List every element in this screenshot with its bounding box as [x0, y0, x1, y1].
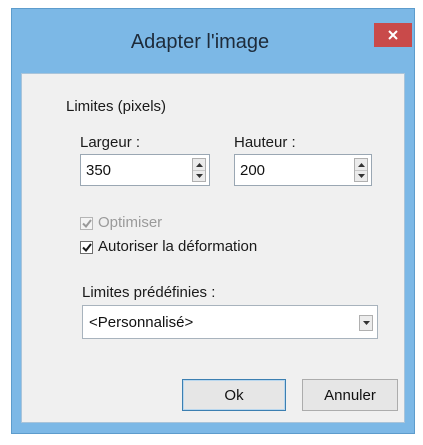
optimize-label: Optimiser [98, 214, 163, 231]
arrow-up-icon [195, 162, 203, 167]
arrow-down-icon [195, 173, 203, 178]
allow-distortion-label: Autoriser la déformation [98, 238, 258, 255]
width-input[interactable]: 350 [86, 162, 111, 179]
width-label: Largeur : [80, 134, 141, 151]
optimize-checkbox[interactable] [80, 217, 93, 230]
height-spinbox[interactable]: 200 [234, 154, 372, 186]
arrow-up-icon [357, 162, 365, 167]
title-bar[interactable]: Adapter l'image [12, 9, 414, 73]
limits-heading: Limites (pixels) [66, 98, 167, 115]
dropdown-button[interactable] [359, 315, 373, 331]
dialog-body: Limites (pixels) Largeur : Hauteur : 350… [21, 73, 405, 423]
arrow-down-icon [357, 173, 365, 178]
allow-distortion-checkbox[interactable] [80, 241, 93, 254]
width-spinbox[interactable]: 350 [80, 154, 210, 186]
close-button[interactable] [374, 23, 412, 47]
width-spin-buttons[interactable] [192, 158, 206, 182]
dialog-window: Adapter l'image Limites (pixels) Largeur… [11, 8, 415, 434]
dialog-title: Adapter l'image [130, 31, 270, 53]
ok-button[interactable]: Ok [182, 379, 286, 411]
height-input[interactable]: 200 [240, 162, 265, 179]
height-spin-buttons[interactable] [354, 158, 368, 182]
chevron-down-icon [362, 321, 370, 325]
presets-selected-value: <Personnalisé> [89, 314, 194, 331]
presets-label: Limites prédéfinies : [82, 284, 216, 301]
checkmark-icon [81, 243, 92, 252]
cancel-button[interactable]: Annuler [302, 379, 398, 411]
width-decrement-button[interactable] [193, 170, 205, 181]
close-icon [388, 30, 398, 40]
height-decrement-button[interactable] [355, 170, 367, 181]
presets-dropdown[interactable]: <Personnalisé> [82, 305, 378, 339]
height-label: Hauteur : [234, 134, 296, 151]
checkmark-icon [81, 219, 92, 228]
